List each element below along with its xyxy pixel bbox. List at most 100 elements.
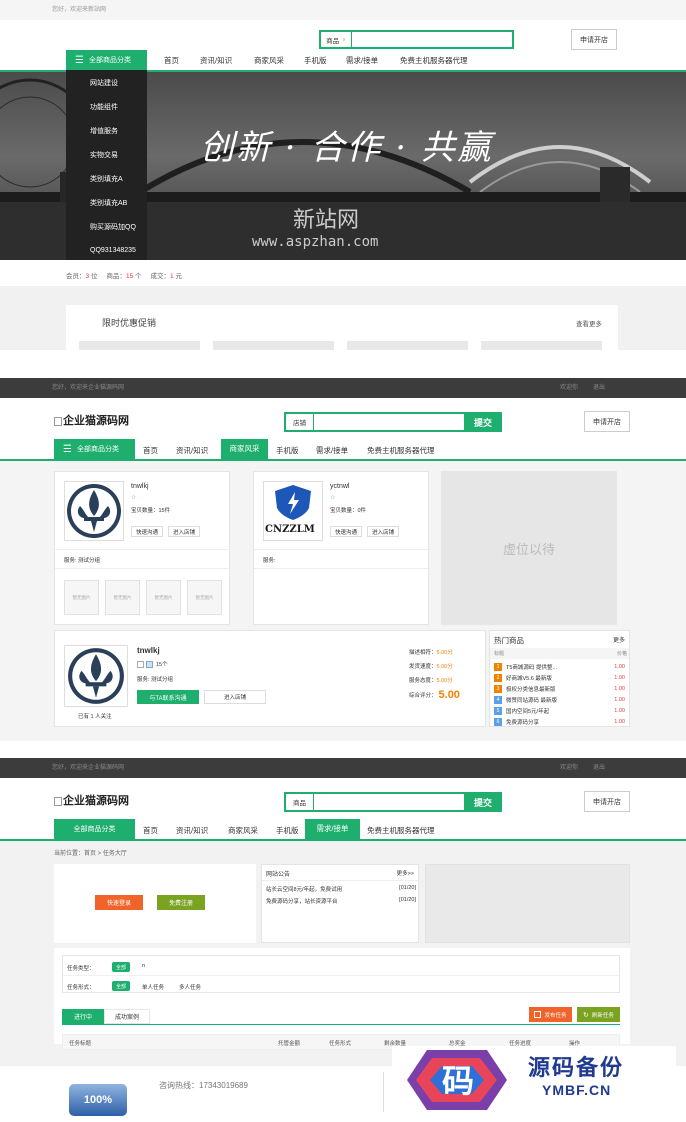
nav-merchants[interactable]: 商家风采 <box>228 825 258 836</box>
nav-home[interactable]: 首页 <box>164 55 179 66</box>
nav-demand[interactable]: 需求/接单 <box>305 819 360 839</box>
nav-mobile[interactable]: 手机版 <box>304 55 327 66</box>
category-menu-button[interactable]: 全部商品分类 <box>54 819 135 839</box>
task-type-option[interactable]: n <box>142 963 145 969</box>
menu-item-qq[interactable]: QQ931348235 <box>90 246 140 256</box>
hot-product-item[interactable]: 3 极权分类信息最新版 1.00 <box>494 683 625 694</box>
shop-logo[interactable]: CNZZLM <box>263 481 323 541</box>
notice-item[interactable]: 站长云空间8元/年起，免费试用 [01/20] <box>266 885 416 893</box>
quick-login-button[interactable]: 快速登录 <box>95 895 143 910</box>
free-register-button[interactable]: 免费注册 <box>157 895 205 910</box>
nav-merchants[interactable]: 商家风采 <box>254 55 284 66</box>
product-placeholder[interactable]: 暂无图片 <box>105 580 140 615</box>
task-form-single[interactable]: 单人任务 <box>142 983 164 991</box>
search-box[interactable]: 店铺 提交 <box>284 412 502 432</box>
search-box[interactable]: 商品 提交 <box>284 792 502 812</box>
nav-mobile[interactable]: 手机版 <box>276 445 299 456</box>
menu-item-components[interactable]: 功能组件 <box>90 102 118 112</box>
task-form-all[interactable]: 全部 <box>112 981 130 991</box>
task-form-multi[interactable]: 多人任务 <box>179 983 201 991</box>
product-placeholder[interactable]: 暂无图片 <box>187 580 222 615</box>
category-menu-button[interactable]: ☰ 全部商品分类 <box>66 50 147 70</box>
hot-product-item[interactable]: 6 免费源码分享 1.00 <box>494 716 625 726</box>
tab-ongoing[interactable]: 进行中 <box>62 1009 104 1024</box>
menu-item-category-ab[interactable]: 类别填充AB <box>90 198 127 208</box>
shop-item-count: 宝贝数量：15件 <box>131 508 171 514</box>
promo-slot[interactable] <box>213 341 334 350</box>
menu-item-buy-source[interactable]: 购买源码加QQ <box>90 222 136 232</box>
search-category-select[interactable]: 店铺 <box>286 414 314 430</box>
product-placeholder[interactable]: 暂无图片 <box>64 580 99 615</box>
search-input[interactable] <box>315 414 463 430</box>
menu-item-value-added[interactable]: 增值服务 <box>90 126 118 136</box>
product-placeholder[interactable]: 暂无图片 <box>146 580 181 615</box>
menu-item-physical[interactable]: 实物交易 <box>90 150 118 160</box>
hot-product-item[interactable]: 5 国内空间5元/年起 1.00 <box>494 705 625 716</box>
logout-link[interactable]: 退出 <box>593 762 605 771</box>
quick-chat-button[interactable]: 快速沟通 <box>131 526 163 537</box>
publish-task-button[interactable]: 发布任务 <box>529 1007 572 1022</box>
search-input[interactable] <box>315 794 463 810</box>
site-logo[interactable]: 企业猫源码网 <box>54 792 129 808</box>
promo-slot[interactable] <box>481 341 602 350</box>
search-input[interactable] <box>353 32 511 47</box>
apply-shop-label: 申请开店 <box>593 418 621 426</box>
menu-item-website[interactable]: 网站建设 <box>90 78 118 88</box>
enter-shop-button[interactable]: 进入店铺 <box>367 526 399 537</box>
hot-products-header: 标题 价格 <box>490 648 629 659</box>
search-category-select[interactable]: 商品 <box>286 794 314 810</box>
shop-name[interactable]: tnwlkj <box>137 646 160 655</box>
tab-success[interactable]: 成功案例 <box>104 1009 150 1024</box>
category-menu-label: 全部商品分类 <box>76 446 119 453</box>
nav-news[interactable]: 资讯/知识 <box>176 825 208 836</box>
nav-home[interactable]: 首页 <box>143 825 158 836</box>
hot-products-more[interactable]: 更多 <box>613 635 625 644</box>
nav-free-host[interactable]: 免费主机服务器代理 <box>367 825 435 836</box>
nav-merchants[interactable]: 商家风采 <box>221 439 268 459</box>
promo-slot[interactable] <box>347 341 468 350</box>
apply-shop-button[interactable]: 申请开店 <box>571 29 617 50</box>
promo-more-link[interactable]: 查看更多 <box>576 318 602 328</box>
menu-item-category-a[interactable]: 类别填充A <box>90 174 123 184</box>
rating-row: 服务态度：5.00分 <box>409 678 453 684</box>
nav-free-host[interactable]: 免费主机服务器代理 <box>367 445 435 456</box>
shop-logo[interactable] <box>64 481 124 541</box>
category-menu-button[interactable]: ☰ 全部商品分类 <box>54 439 135 459</box>
total-score: 综合评分： 5.00 <box>409 689 460 701</box>
nav-news[interactable]: 资讯/知识 <box>176 445 208 456</box>
shop-logo[interactable] <box>64 645 128 707</box>
welcome-text: 您好，欢迎来企业猫源码网 <box>52 765 125 771</box>
nav-news[interactable]: 资讯/知识 <box>200 55 232 66</box>
refresh-task-button[interactable]: ↻ 刷新任务 <box>577 1007 620 1022</box>
search-box[interactable]: 商品 ∨ <box>319 30 514 49</box>
notice-item[interactable]: 免费源码分享，站长资源平台 [01/20] <box>266 897 416 905</box>
logout-link[interactable]: 退出 <box>593 382 605 391</box>
search-category-select[interactable]: 商品 ∨ <box>321 32 352 47</box>
site-logo[interactable]: 企业猫源码网 <box>54 412 129 428</box>
nav-home[interactable]: 首页 <box>143 445 158 456</box>
star-rating-icon: ☆ <box>131 495 137 501</box>
notice-more[interactable]: 更多>> <box>397 869 414 877</box>
hot-product-item[interactable]: 1 T5商城源码 提供整... 1.00 <box>494 661 625 672</box>
category-dropdown-menu: 网站建设 功能组件 增值服务 实物交易 类别填充A 类别填充AB 购买源码加QQ… <box>66 70 147 260</box>
contact-button[interactable]: 与TA联系沟通 <box>137 690 199 704</box>
enter-shop-button[interactable]: 进入店铺 <box>168 526 200 537</box>
shop-name[interactable]: tnwlkj <box>131 483 149 490</box>
enter-shop-button[interactable]: 进入店铺 <box>204 690 266 704</box>
search-submit-button[interactable]: 提交 <box>464 792 502 812</box>
section-merchants: 您好，欢迎来企业猫源码网 欢迎你 退出 企业猫源码网 店铺 提交 申请开店 ☰ … <box>0 378 686 758</box>
hot-product-item[interactable]: 4 微赞同站源码 最新版 1.00 <box>494 694 625 705</box>
apply-shop-button[interactable]: 申请开店 <box>584 791 630 812</box>
search-submit-button[interactable]: 提交 <box>464 412 502 432</box>
nav-mobile[interactable]: 手机版 <box>276 825 299 836</box>
quick-chat-button[interactable]: 快速沟通 <box>330 526 362 537</box>
nav-free-host[interactable]: 免费主机服务器代理 <box>400 55 468 66</box>
vacancy-slot[interactable]: 虚位以待 <box>441 471 617 625</box>
task-type-all[interactable]: 全部 <box>112 962 130 972</box>
apply-shop-button[interactable]: 申请开店 <box>584 411 630 432</box>
promo-slot[interactable] <box>79 341 200 350</box>
hot-product-item[interactable]: 2 好商城V5.6 最新版 1.00 <box>494 672 625 683</box>
nav-demand[interactable]: 需求/接单 <box>316 445 348 456</box>
shop-name[interactable]: yctnwl <box>330 483 349 490</box>
nav-demand[interactable]: 需求/接单 <box>346 55 378 66</box>
